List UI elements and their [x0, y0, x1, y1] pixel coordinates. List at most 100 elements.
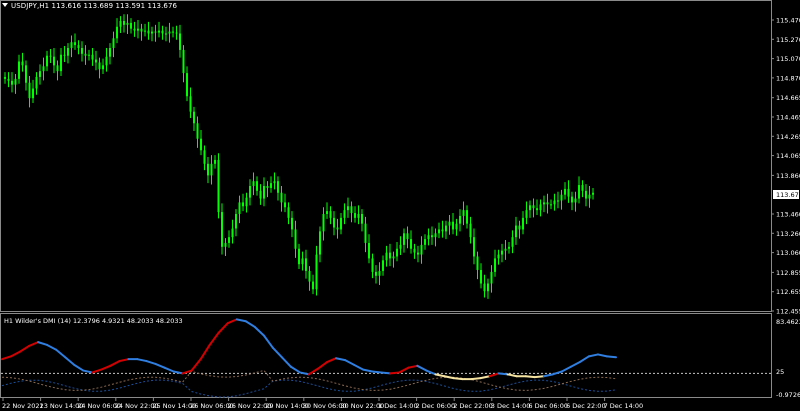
candle-body: [560, 194, 563, 201]
candle-body: [385, 252, 388, 261]
adx-segment: [380, 371, 392, 375]
candle-body: [511, 237, 514, 247]
candle-body: [126, 22, 129, 25]
candle-body: [189, 96, 192, 112]
candle-body: [91, 54, 94, 60]
candle-body: [480, 269, 482, 284]
candle-body: [546, 202, 549, 205]
candle-body: [361, 214, 363, 224]
trading-chart[interactable]: 115.470 115.270 115.070 114.870 114.665 114.4…: [0, 0, 800, 411]
candle-body: [487, 283, 489, 292]
price-tick-label: 114.465: [776, 114, 800, 122]
adx-segment: [344, 359, 356, 366]
adx-segment: [569, 361, 581, 368]
adx-segment: [10, 350, 22, 358]
dmi-layer: [1, 318, 771, 398]
candle-body: [35, 76, 38, 89]
candle-body: [18, 61, 20, 79]
adx-segment: [1, 355, 13, 361]
candle-body: [182, 49, 185, 74]
candle-body: [112, 38, 115, 48]
candle-body: [158, 30, 160, 33]
candle-body: [452, 221, 454, 230]
adx-segment: [560, 365, 572, 373]
candle-body: [532, 205, 535, 209]
adx-segment: [55, 348, 67, 359]
candle-body: [217, 159, 220, 213]
candle-body: [515, 225, 517, 238]
candle-body: [88, 54, 90, 56]
candle-body: [459, 215, 461, 224]
time-axis: 22 Nov 202123 Nov 14:0024 Nov 06:0024 No…: [2, 398, 643, 410]
adx-segment: [533, 375, 545, 379]
candle-body: [371, 258, 374, 272]
candle-body: [536, 208, 538, 211]
candle-body: [144, 30, 146, 32]
candle-body: [63, 54, 66, 56]
candle-body: [529, 205, 531, 211]
adx-segment: [407, 364, 419, 369]
candle-body: [294, 229, 297, 249]
candle-body: [592, 192, 594, 195]
candle-body: [102, 65, 104, 70]
time-tick-label: 1 Dec 14:00: [378, 402, 418, 410]
candle-body: [322, 214, 325, 232]
candle-body: [210, 163, 213, 176]
adx-segment: [371, 370, 383, 374]
candle-body: [378, 270, 381, 276]
candle-body: [116, 26, 118, 39]
candle-body: [434, 233, 437, 238]
candle-body: [494, 258, 496, 272]
adx-segment: [208, 331, 220, 346]
candle-body: [504, 248, 507, 251]
candle-body: [207, 163, 209, 176]
adx-segment: [605, 355, 617, 359]
candle-body: [585, 190, 587, 199]
candle-body: [25, 65, 27, 83]
candle-body: [200, 138, 202, 151]
candle-body: [417, 252, 419, 255]
candle-body: [350, 206, 353, 214]
candle-body: [448, 221, 451, 226]
time-tick-label: 2 Dec 22:00: [453, 402, 493, 410]
candle-body: [84, 53, 87, 56]
price-tick-label: 113.460: [776, 211, 800, 219]
adx-segment: [235, 318, 247, 323]
candle-body: [319, 231, 321, 255]
adx-segment: [434, 373, 446, 378]
candle-body: [186, 73, 188, 97]
candle-body: [305, 258, 307, 271]
adx-segment: [46, 343, 58, 351]
candle-body: [368, 242, 370, 259]
candle-body: [483, 283, 486, 292]
candle-body: [137, 28, 139, 31]
adx-segment: [253, 325, 265, 337]
adx-segment: [262, 334, 274, 349]
candle-body: [399, 244, 402, 249]
adx-segment: [551, 370, 563, 376]
candle-body: [193, 111, 195, 124]
candle-body: [336, 227, 339, 230]
candle-body: [525, 210, 528, 218]
price-tick-label: 114.665: [776, 94, 800, 102]
candle-body: [557, 200, 559, 202]
candle-body: [441, 229, 444, 232]
candle-body: [74, 42, 76, 46]
candle-body: [347, 206, 349, 211]
price-tick-label: 115.270: [776, 36, 800, 44]
candle-body: [501, 250, 503, 255]
price-tick-label: 115.470: [776, 17, 800, 25]
adx-segment: [317, 361, 329, 370]
candle-body: [123, 20, 125, 25]
adx-segment: [91, 368, 103, 374]
candle-body: [581, 185, 584, 191]
candle-body: [224, 242, 227, 247]
time-tick-label: 7 Dec 14:00: [604, 402, 644, 410]
candle-body: [287, 207, 290, 218]
adx-segment: [28, 341, 40, 347]
price-tick-label: 114.265: [776, 133, 800, 141]
adx-segment: [163, 366, 175, 373]
candle-body: [298, 248, 300, 265]
candle-body: [497, 254, 500, 259]
candle-body: [424, 239, 426, 245]
